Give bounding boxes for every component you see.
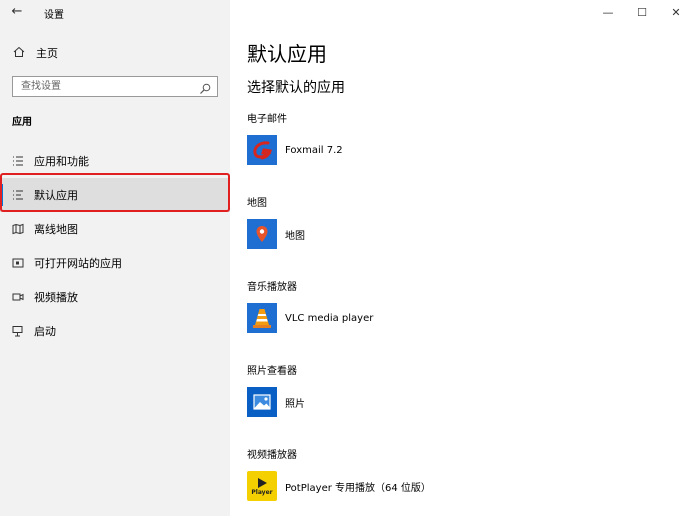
sidebar-item-label: 离线地图 — [34, 223, 78, 236]
app-name: PotPlayer 专用播放（64 位版） — [285, 482, 431, 494]
foxmail-icon — [247, 135, 277, 165]
page-title: 默认应用 — [247, 42, 327, 66]
category-video-label: 视频播放器 — [247, 450, 297, 461]
home-link[interactable]: 主页 — [12, 44, 58, 62]
default-app-email[interactable]: Foxmail 7.2 — [247, 134, 343, 166]
category-email-label: 电子邮件 — [247, 114, 287, 125]
sidebar-item-apps-features[interactable]: 应用和功能 — [0, 144, 230, 178]
app-name: VLC media player — [285, 312, 374, 324]
default-app-maps[interactable]: 地图 — [247, 218, 305, 250]
vlc-icon — [247, 303, 277, 333]
sidebar-item-label: 可打开网站的应用 — [34, 257, 122, 270]
sidebar-item-label: 默认应用 — [34, 189, 78, 202]
back-button[interactable]: ← — [8, 3, 26, 21]
app-title: 设置 — [44, 10, 64, 21]
startup-icon — [12, 325, 24, 337]
website-icon — [12, 257, 24, 269]
search-input[interactable] — [13, 77, 193, 96]
app-name: 地图 — [285, 230, 305, 242]
list-check-icon — [12, 189, 24, 201]
potplayer-icon: Player — [247, 471, 277, 501]
sidebar-item-offline-maps[interactable]: 离线地图 — [0, 212, 230, 246]
maximize-button[interactable]: ☐ — [625, 0, 659, 24]
sidebar-item-label: 应用和功能 — [34, 155, 89, 168]
sidebar: ← 设置 主页 应用 应用和功能 默认应用 — [0, 0, 230, 516]
close-button[interactable]: ✕ — [659, 0, 693, 24]
main-pane: — ☐ ✕ 默认应用 选择默认的应用 电子邮件 Foxmail 7.2 地图 地… — [230, 0, 693, 516]
sidebar-item-label: 启动 — [34, 325, 56, 338]
photos-app-icon — [247, 387, 277, 417]
sidebar-nav: 应用和功能 默认应用 离线地图 可打开网站的应用 视频播放 启动 — [0, 144, 230, 348]
page-subtitle: 选择默认的应用 — [247, 80, 345, 96]
default-app-photos[interactable]: 照片 — [247, 386, 305, 418]
home-label: 主页 — [36, 47, 58, 60]
app-name: Foxmail 7.2 — [285, 144, 343, 156]
category-photos-label: 照片查看器 — [247, 366, 297, 377]
map-icon — [12, 223, 24, 235]
search-icon[interactable] — [199, 80, 211, 94]
window-controls: — ☐ ✕ — [591, 0, 693, 24]
section-title: 应用 — [12, 117, 32, 128]
sidebar-item-label: 视频播放 — [34, 291, 78, 304]
category-music-label: 音乐播放器 — [247, 282, 297, 293]
potplayer-tile-text: Player — [251, 488, 273, 496]
sidebar-item-default-apps[interactable]: 默认应用 — [0, 178, 230, 212]
sidebar-item-video-playback[interactable]: 视频播放 — [0, 280, 230, 314]
maps-app-icon — [247, 219, 277, 249]
video-icon — [12, 291, 24, 303]
minimize-button[interactable]: — — [591, 0, 625, 24]
sidebar-item-apps-for-websites[interactable]: 可打开网站的应用 — [0, 246, 230, 280]
app-name: 照片 — [285, 398, 305, 410]
category-maps-label: 地图 — [247, 198, 267, 209]
sidebar-item-startup[interactable]: 启动 — [0, 314, 230, 348]
arrow-left-icon: ← — [11, 4, 23, 19]
search-box — [12, 76, 218, 97]
default-app-music[interactable]: VLC media player — [247, 302, 373, 334]
default-app-video[interactable]: Player PotPlayer 专用播放（64 位版） — [247, 470, 431, 502]
home-icon — [12, 46, 26, 61]
list-icon — [12, 155, 24, 167]
title-bar: ← 设置 — [0, 0, 230, 24]
